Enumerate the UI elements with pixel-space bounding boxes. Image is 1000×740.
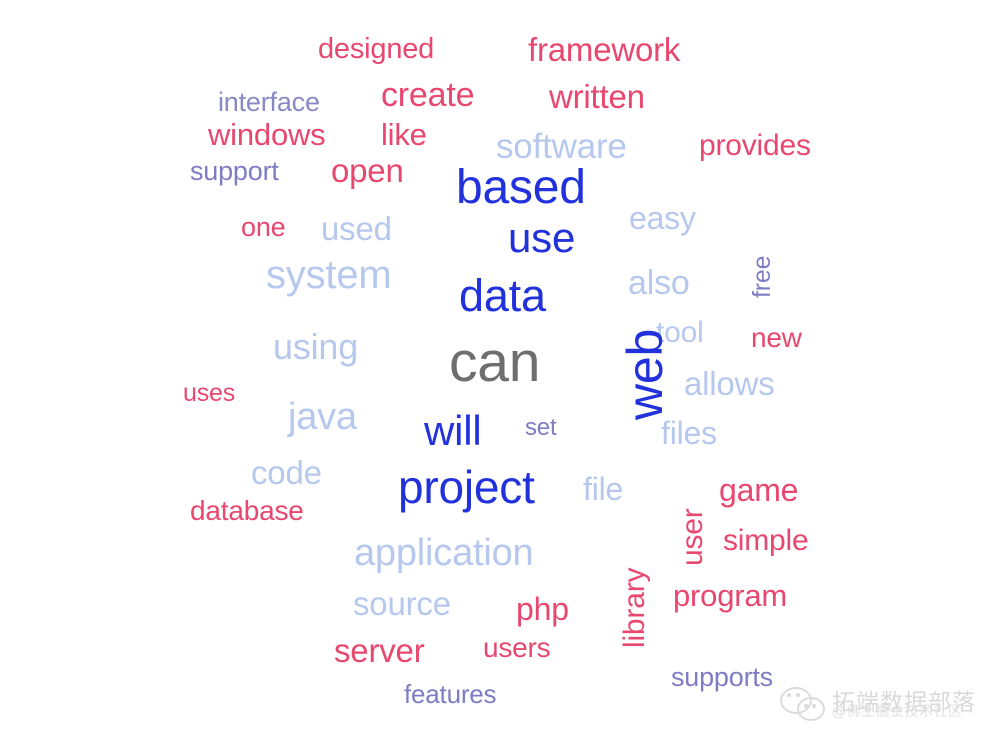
cloud-word: data: [459, 270, 546, 321]
cloud-word: designed: [318, 33, 435, 65]
watermark-sub-text: @佛土掘金技术社区: [832, 704, 963, 720]
cloud-word: easy: [629, 200, 696, 236]
cloud-word: project: [398, 461, 535, 513]
cloud-word: file: [583, 471, 624, 507]
cloud-word: java: [288, 396, 357, 438]
watermark-text: 拓端数据部落 @佛土掘金技术社区: [832, 681, 992, 729]
watermark: 拓端数据部落 @佛土掘金技术社区: [780, 674, 992, 736]
cloud-word: files: [661, 415, 717, 451]
cloud-word: database: [190, 495, 304, 526]
cloud-word: php: [516, 591, 569, 627]
cloud-word: application: [354, 532, 534, 574]
cloud-word: new: [751, 322, 802, 353]
cloud-word: will: [424, 407, 482, 454]
cloud-word: like: [381, 117, 427, 152]
cloud-word: web: [617, 328, 673, 420]
cloud-word: support: [190, 156, 279, 186]
cloud-word: one: [241, 212, 286, 242]
cloud-word: using: [273, 326, 359, 367]
cloud-word: software: [496, 127, 627, 166]
cloud-word: open: [331, 152, 404, 189]
cloud-word: allows: [684, 365, 775, 402]
cloud-word: user: [676, 508, 709, 566]
cloud-word: system: [266, 253, 392, 297]
cloud-word: create: [381, 76, 475, 114]
cloud-word: server: [334, 632, 425, 669]
cloud-word: used: [321, 210, 392, 247]
cloud-word: use: [508, 214, 576, 261]
cloud-word: program: [673, 578, 788, 613]
cloud-word: free: [748, 255, 776, 298]
cloud-word: supports: [671, 662, 773, 692]
cloud-word: can: [449, 330, 541, 394]
cloud-word: users: [483, 632, 551, 663]
cloud-word: uses: [183, 379, 236, 407]
cloud-word: windows: [208, 117, 326, 152]
cloud-word: game: [719, 472, 799, 508]
cloud-word: also: [628, 264, 690, 302]
cloud-word: written: [549, 78, 645, 115]
cloud-word: code: [251, 454, 322, 491]
cloud-word: source: [353, 585, 451, 622]
wordcloud-canvas: designed framework interface create written w…: [0, 0, 1000, 740]
cloud-word: provides: [699, 129, 811, 162]
cloud-word: interface: [218, 87, 320, 117]
cloud-word: simple: [723, 524, 809, 557]
cloud-word: library: [618, 567, 651, 648]
watermark-main-text: 拓端数据部落: [832, 690, 976, 716]
wechat-icon: [780, 685, 826, 725]
cloud-word: framework: [528, 31, 681, 68]
cloud-word: based: [456, 161, 586, 214]
cloud-word: features: [404, 679, 497, 709]
cloud-word: set: [525, 414, 557, 441]
